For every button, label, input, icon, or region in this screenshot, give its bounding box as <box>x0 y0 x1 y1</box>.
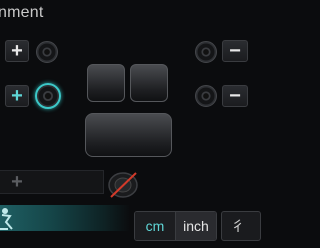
mid-left-plus-button[interactable]: + <box>5 85 29 107</box>
mid-left-speaker-icon[interactable] <box>35 83 61 109</box>
unit-inch-button[interactable]: inch <box>176 212 216 240</box>
listening-position-slider[interactable] <box>0 205 130 231</box>
front-left-plus-button[interactable]: + <box>5 40 29 62</box>
mid-right-speaker-icon[interactable] <box>195 85 217 107</box>
subwoofer-plus-button[interactable]: + <box>5 171 29 193</box>
front-right-seat-icon[interactable] <box>130 64 168 102</box>
front-right-minus-button[interactable]: − <box>222 40 248 62</box>
plus-icon: + <box>11 40 23 62</box>
muted-subwoofer-icon[interactable] <box>107 170 139 200</box>
rear-seat-icon[interactable] <box>85 113 172 157</box>
listener-figure-icon <box>0 208 13 230</box>
front-left-seat-icon[interactable] <box>87 64 125 102</box>
page-title: nment <box>0 4 44 21</box>
unit-cm-button[interactable]: cm <box>135 212 176 240</box>
mid-right-minus-button[interactable]: − <box>222 85 248 107</box>
plus-icon: + <box>11 85 23 107</box>
plus-icon: + <box>11 171 23 193</box>
minus-icon: − <box>229 40 241 62</box>
minus-icon: − <box>229 85 241 107</box>
front-right-speaker-icon[interactable] <box>195 41 217 63</box>
extra-button[interactable]: 彳 <box>221 211 261 241</box>
unit-toggle[interactable]: cm inch <box>134 211 217 241</box>
front-left-speaker-icon[interactable] <box>36 41 58 63</box>
